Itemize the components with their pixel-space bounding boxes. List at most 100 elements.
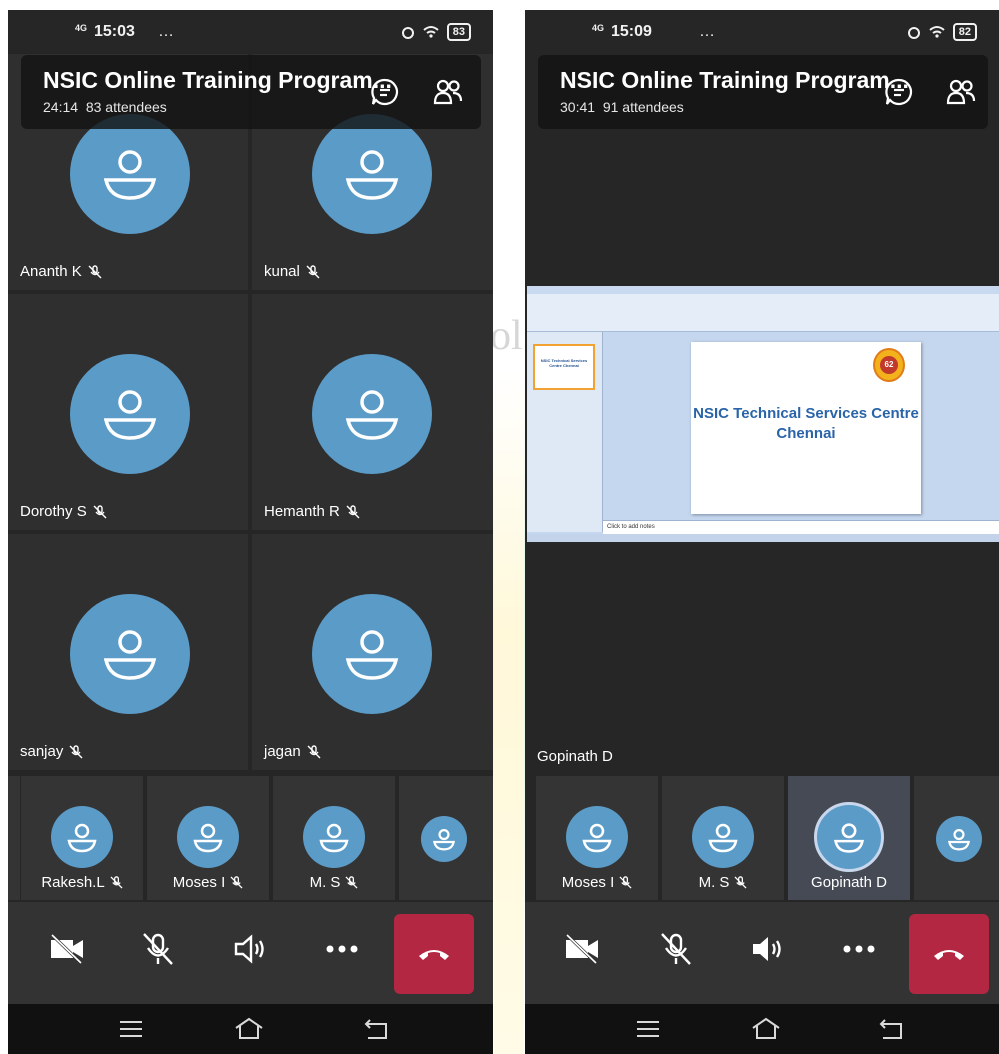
recents-icon[interactable] — [633, 1016, 663, 1042]
strip-participant-tile[interactable] — [399, 776, 493, 900]
more-options-button[interactable] — [834, 924, 884, 974]
camera-off-icon — [565, 933, 598, 965]
left-phone-screen: 4G 15:03 … 83 NSIC Online Training Progr… — [8, 10, 493, 1054]
person-icon — [103, 150, 157, 200]
participant-name: Dorothy S — [20, 503, 107, 520]
more-icon — [843, 945, 875, 953]
strip-participant-tile[interactable]: Moses I — [147, 776, 269, 900]
back-icon[interactable] — [877, 1016, 907, 1042]
person-icon — [319, 823, 349, 853]
participant-name: Moses I — [147, 874, 269, 891]
strip-participant-tile[interactable] — [8, 776, 20, 900]
current-slide: 62 NSIC Technical Services Centre Chenna… — [691, 342, 921, 514]
participants-icon[interactable] — [433, 77, 463, 107]
person-icon — [582, 823, 612, 853]
person-icon — [345, 630, 399, 680]
person-icon — [834, 823, 864, 853]
meeting-title: NSIC Online Training Program... — [560, 67, 909, 93]
participant-name: Hemanth R — [264, 503, 360, 520]
system-nav-bar — [525, 1004, 999, 1054]
call-duration: 24:14 — [43, 99, 79, 115]
home-icon[interactable] — [234, 1016, 264, 1042]
attendee-count: 91 attendees — [602, 99, 684, 115]
participant-tile[interactable]: Dorothy S — [8, 294, 248, 530]
status-extra: … — [699, 23, 715, 40]
more-icon — [326, 945, 358, 953]
person-icon — [67, 823, 97, 853]
avatar — [566, 806, 628, 868]
recents-icon[interactable] — [116, 1016, 146, 1042]
mute-indicator-icon — [619, 876, 632, 889]
hangup-button[interactable] — [909, 914, 989, 994]
avatar — [70, 114, 190, 234]
mic-off-icon — [661, 933, 691, 965]
slide-title-line1: NSIC Technical Services Centre — [693, 405, 919, 422]
camera-toggle-button[interactable] — [557, 924, 607, 974]
status-time: 15:09 — [611, 23, 652, 40]
participants-icon[interactable] — [946, 77, 976, 107]
chat-icon[interactable] — [884, 77, 914, 107]
network-indicator: 4G — [74, 23, 87, 33]
strip-participant-tile[interactable]: Moses I — [536, 776, 658, 900]
notes-pane: Click to add notes — [603, 520, 999, 534]
call-header: NSIC Online Training Program... 30:41 91… — [538, 55, 988, 129]
participant-name: kunal — [264, 263, 320, 280]
participant-tile[interactable]: sanjay — [8, 534, 248, 770]
avatar — [312, 114, 432, 234]
hangup-icon — [419, 950, 449, 960]
wifi-icon — [929, 26, 945, 38]
strip-participant-tile[interactable]: Rakesh.L — [21, 776, 143, 900]
status-bar: 4G 15:09 … 82 — [525, 10, 999, 54]
strip-participant-tile[interactable]: M. S — [273, 776, 395, 900]
person-icon — [193, 823, 223, 853]
mute-indicator-icon — [345, 876, 358, 889]
watermark-text: ol — [490, 313, 523, 359]
participant-tile[interactable]: Hemanth R — [252, 294, 493, 530]
avatar — [312, 354, 432, 474]
battery-indicator: 82 — [952, 23, 977, 41]
strip-participant-tile-active-speaker[interactable]: Gopinath D — [788, 776, 910, 900]
slide-thumbnail: NSIC Technical Services Centre Chennai — [533, 344, 595, 390]
avatar — [70, 594, 190, 714]
avatar — [70, 354, 190, 474]
strip-participant-tile[interactable] — [914, 776, 999, 900]
nsic-logo-icon: 62 — [873, 348, 905, 382]
mute-indicator-icon — [346, 504, 360, 518]
mute-indicator-icon — [69, 744, 83, 758]
participant-name: jagan — [264, 743, 321, 760]
more-options-button[interactable] — [317, 924, 367, 974]
meeting-info: 24:14 83 attendees — [43, 99, 167, 115]
presenter-name: Gopinath D — [537, 748, 613, 765]
slide-title-line2: Chennai — [776, 425, 836, 442]
hangup-button[interactable] — [394, 914, 474, 994]
participant-name: Rakesh.L — [21, 874, 143, 891]
speaker-toggle-button[interactable] — [742, 924, 792, 974]
speaker-icon — [753, 937, 781, 961]
avatar — [312, 594, 432, 714]
person-icon — [103, 390, 157, 440]
logo-text: 62 — [880, 356, 898, 374]
camera-toggle-button[interactable] — [42, 924, 92, 974]
call-header: NSIC Online Training Program... 24:14 83… — [21, 55, 481, 129]
participant-name: Ananth K — [20, 263, 102, 280]
mute-toggle-button[interactable] — [133, 924, 183, 974]
speaker-icon — [234, 934, 264, 964]
mute-indicator-icon — [110, 876, 123, 889]
right-phone-screen: 4G 15:09 … 82 NSIC Online Training Progr… — [525, 10, 999, 1054]
call-controls — [525, 902, 999, 1004]
person-icon — [345, 150, 399, 200]
mute-toggle-button[interactable] — [651, 924, 701, 974]
mute-indicator-icon — [306, 264, 320, 278]
home-icon[interactable] — [751, 1016, 781, 1042]
person-icon — [432, 828, 456, 851]
speaker-toggle-button[interactable] — [225, 924, 275, 974]
person-icon — [708, 823, 738, 853]
avatar — [51, 806, 113, 868]
call-controls — [8, 902, 493, 1004]
back-icon[interactable] — [362, 1016, 392, 1042]
avatar — [814, 802, 884, 872]
presentation-statusbar — [527, 534, 999, 542]
strip-participant-tile[interactable]: M. S — [662, 776, 784, 900]
chat-icon[interactable] — [370, 77, 400, 107]
participant-tile[interactable]: jagan — [252, 534, 493, 770]
